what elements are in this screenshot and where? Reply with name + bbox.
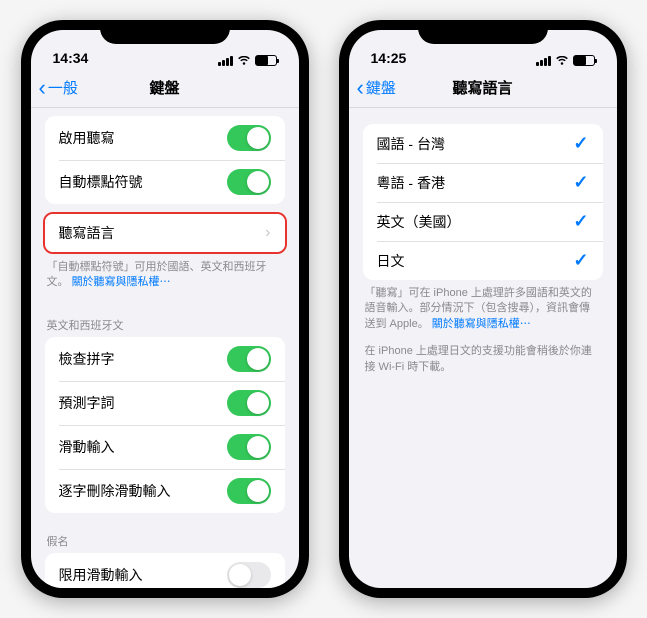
chevron-right-icon: › bbox=[265, 224, 270, 242]
toggle-slide-type[interactable] bbox=[227, 434, 271, 460]
toggle-kana-slide[interactable] bbox=[227, 562, 271, 588]
row-enable-dictation[interactable]: 啟用聽寫 bbox=[45, 116, 285, 160]
battery-icon bbox=[573, 55, 595, 66]
notch bbox=[418, 20, 548, 44]
checkmark-icon: ✓ bbox=[573, 250, 588, 271]
phone-left: 14:34 ‹ 一般 鍵盤 啟用聽寫 bbox=[21, 20, 309, 598]
row-label: 檢查拼字 bbox=[59, 349, 115, 369]
status-time: 14:34 bbox=[53, 50, 89, 66]
row-delete-slide[interactable]: 逐字刪除滑動輸入 bbox=[45, 469, 285, 513]
privacy-link[interactable]: 關於聽寫與隱私權⋯ bbox=[72, 276, 171, 288]
checkmark-icon: ✓ bbox=[573, 133, 588, 154]
section-header: 英文和西班牙文 bbox=[31, 313, 299, 337]
content-scroll[interactable]: 國語 - 台灣 ✓ 粵語 - 香港 ✓ 英文（美國） ✓ 日文 ✓ bbox=[349, 108, 617, 588]
footer-note-1: 「聽寫」可在 iPhone 上處理許多國語和英文的語音輸入。部分情況下（包含搜尋… bbox=[349, 280, 617, 338]
status-right bbox=[218, 55, 277, 66]
toggle-check-spelling[interactable] bbox=[227, 346, 271, 372]
row-predictive[interactable]: 預測字詞 bbox=[45, 381, 285, 425]
wifi-icon bbox=[237, 56, 251, 66]
status-time: 14:25 bbox=[371, 50, 407, 66]
signal-icon bbox=[536, 56, 551, 66]
footer-note-1: 「自動標點符號」可用於國語、英文和西班牙文。 關於聽寫與隱私權⋯ bbox=[31, 254, 299, 297]
row-label: 逐字刪除滑動輸入 bbox=[59, 481, 171, 501]
row-label: 聽寫語言 bbox=[59, 223, 115, 243]
row-label: 英文（美國） bbox=[377, 212, 461, 232]
back-button[interactable]: ‹ 一般 bbox=[39, 77, 78, 99]
toggle-predictive[interactable] bbox=[227, 390, 271, 416]
row-label: 限用滑動輸入 bbox=[59, 565, 143, 585]
toggle-delete-slide[interactable] bbox=[227, 478, 271, 504]
row-slide-type[interactable]: 滑動輸入 bbox=[45, 425, 285, 469]
phone-right: 14:25 ‹ 鍵盤 聽寫語言 國語 - 台灣 ✓ bbox=[339, 20, 627, 598]
wifi-icon bbox=[555, 56, 569, 66]
lang-row-mandarin[interactable]: 國語 - 台灣 ✓ bbox=[363, 124, 603, 163]
battery-icon bbox=[255, 55, 277, 66]
status-right bbox=[536, 55, 595, 66]
row-label: 粵語 - 香港 bbox=[377, 173, 445, 193]
row-label: 自動標點符號 bbox=[59, 172, 143, 192]
lang-row-english[interactable]: 英文（美國） ✓ bbox=[363, 202, 603, 241]
row-label: 滑動輸入 bbox=[59, 437, 115, 457]
back-label: 一般 bbox=[48, 77, 78, 98]
privacy-link[interactable]: 關於聽寫與隱私權⋯ bbox=[432, 318, 531, 330]
back-label: 鍵盤 bbox=[366, 77, 396, 98]
content-scroll[interactable]: 啟用聽寫 自動標點符號 聽寫語言 › bbox=[31, 108, 299, 588]
highlighted-row: 聽寫語言 › bbox=[43, 212, 287, 254]
row-label: 啟用聽寫 bbox=[59, 128, 115, 148]
row-label: 國語 - 台灣 bbox=[377, 134, 445, 154]
nav-bar: ‹ 一般 鍵盤 bbox=[31, 68, 299, 108]
back-chevron-icon: ‹ bbox=[39, 77, 46, 99]
page-title: 聽寫語言 bbox=[452, 77, 512, 98]
footer-note-2: 在 iPhone 上處理日文的支援功能會稍後於你連接 Wi-Fi 時下載。 bbox=[349, 338, 617, 381]
back-chevron-icon: ‹ bbox=[357, 77, 364, 99]
row-dictation-languages[interactable]: 聽寫語言 › bbox=[45, 214, 285, 252]
toggle-auto-punctuation[interactable] bbox=[227, 169, 271, 195]
nav-bar: ‹ 鍵盤 聽寫語言 bbox=[349, 68, 617, 108]
checkmark-icon: ✓ bbox=[573, 211, 588, 232]
checkmark-icon: ✓ bbox=[573, 172, 588, 193]
back-button[interactable]: ‹ 鍵盤 bbox=[357, 77, 396, 99]
lang-row-japanese[interactable]: 日文 ✓ bbox=[363, 241, 603, 280]
row-auto-punctuation[interactable]: 自動標點符號 bbox=[45, 160, 285, 204]
row-label: 預測字詞 bbox=[59, 393, 115, 413]
signal-icon bbox=[218, 56, 233, 66]
lang-row-cantonese[interactable]: 粵語 - 香港 ✓ bbox=[363, 163, 603, 202]
toggle-enable-dictation[interactable] bbox=[227, 125, 271, 151]
row-label: 日文 bbox=[377, 251, 405, 271]
row-check-spelling[interactable]: 檢查拼字 bbox=[45, 337, 285, 381]
screen-right: 14:25 ‹ 鍵盤 聽寫語言 國語 - 台灣 ✓ bbox=[349, 30, 617, 588]
screen-left: 14:34 ‹ 一般 鍵盤 啟用聽寫 bbox=[31, 30, 299, 588]
notch bbox=[100, 20, 230, 44]
section-header: 假名 bbox=[31, 529, 299, 553]
page-title: 鍵盤 bbox=[149, 77, 179, 98]
row-kana-slide-only[interactable]: 限用滑動輸入 bbox=[45, 553, 285, 588]
